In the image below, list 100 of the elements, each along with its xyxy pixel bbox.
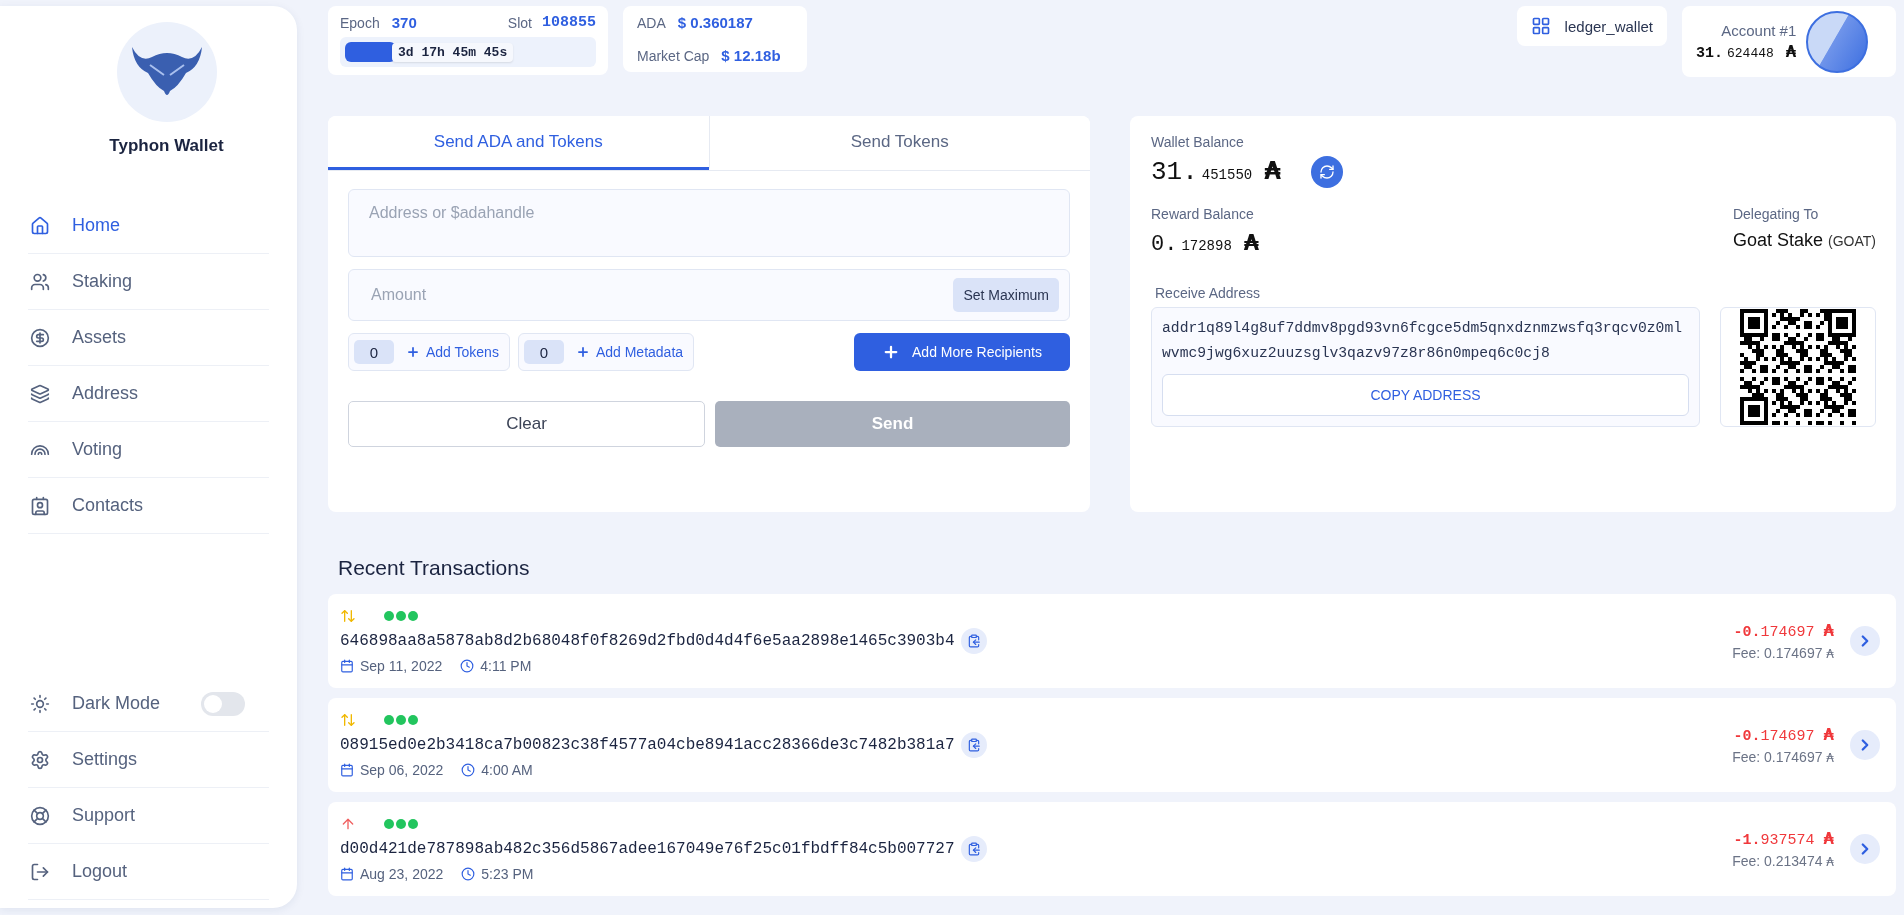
clipboard-icon <box>966 842 981 856</box>
transaction-fee: Fee: 0.174697 ₳ <box>1732 748 1834 765</box>
send-tab[interactable]: Send ADA and Tokens <box>328 116 709 170</box>
price-value: $ 0.360187 <box>677 14 753 31</box>
add-link[interactable]: Add Metadata <box>573 344 686 360</box>
stack-icon <box>30 383 50 404</box>
nav-item[interactable]: Assets <box>28 310 269 366</box>
transaction-amount: -0.174697 ₳ <box>1733 621 1834 641</box>
nav-item[interactable]: Logout <box>28 844 269 900</box>
transaction-row[interactable]: 08915ed0e2b3418ca7b00823c38f4577a04cbe8941acc28366de3c7482b381a7 Sep 06, 2022 4:00 AM -0.174697 ₳ Fee: 0.174697 ₳ <box>328 698 1896 792</box>
nav-item[interactable]: Staking <box>28 254 269 310</box>
plus-icon <box>575 345 590 359</box>
send-tab[interactable]: Send Tokens <box>708 116 1090 170</box>
transaction-time: 5:23 PM <box>461 866 534 882</box>
amount-field[interactable]: Amount Set Maximum <box>348 269 1070 321</box>
amount-integer: 0. <box>1151 232 1178 257</box>
nav-item[interactable]: Contacts <box>28 478 269 534</box>
pool-name: Goat Stake (GOAT) <box>1732 230 1876 251</box>
set-maximum-button[interactable]: Set Maximum <box>953 278 1059 312</box>
address-field[interactable]: Address or $adahandle <box>348 189 1070 257</box>
lifebuoy-icon <box>30 805 50 826</box>
transaction-hash: 646898aa8a5878ab8d2b68048f0f8269d2fbd0d4d4f6e5aa2898e1465c3903b4 <box>340 632 955 650</box>
contact-card-icon <box>30 495 50 516</box>
clock-icon <box>460 659 475 673</box>
open-details-button[interactable] <box>1850 730 1880 760</box>
nav-item[interactable]: Voting <box>28 422 269 478</box>
status-dots-icon <box>384 715 418 725</box>
copy-hash-button[interactable] <box>960 628 987 654</box>
settings-icon <box>30 749 50 770</box>
epoch-label: Epoch <box>340 14 380 31</box>
clock-icon <box>461 867 476 881</box>
sun-icon <box>30 693 50 714</box>
reward-balance-label: Reward Balance <box>1151 206 1255 222</box>
open-details-button[interactable] <box>1850 626 1880 656</box>
clipboard-icon <box>966 738 981 752</box>
price-label: ADA <box>637 14 666 31</box>
wallet-balance-label: Wallet Balance <box>1151 134 1245 150</box>
transaction-date: Sep 06, 2022 <box>340 762 444 778</box>
up-down-arrows-icon <box>340 608 356 624</box>
ada-symbol: ₳ <box>1785 42 1797 61</box>
account-card[interactable]: Account #1 31. 624448 ₳ <box>1682 6 1896 77</box>
grid-icon <box>1530 16 1551 36</box>
dollar-coin-icon <box>30 327 50 348</box>
market-cap-label: Market Cap <box>637 47 710 64</box>
receive-address-label: Receive Address <box>1155 285 1262 301</box>
refresh-icon <box>1318 164 1335 180</box>
wallet-selector[interactable]: ledger_wallet <box>1516 6 1667 46</box>
calendar-icon <box>340 659 354 673</box>
amount-integer: 31. <box>1696 44 1723 62</box>
calendar-icon <box>340 763 354 777</box>
toggle-switch[interactable] <box>201 691 245 716</box>
plus-icon <box>406 345 420 359</box>
up-down-arrows-icon <box>340 712 356 728</box>
status-dots-icon <box>384 819 418 829</box>
transaction-hash: 08915ed0e2b3418ca7b00823c38f4577a04cbe8941acc28366de3c7482b381a7 <box>340 736 955 754</box>
nav-item[interactable]: Support <box>28 788 269 844</box>
nav-item[interactable]: Home <box>28 198 269 254</box>
open-details-button[interactable] <box>1850 834 1880 864</box>
count-value: 0 <box>354 340 394 364</box>
nav-item[interactable]: Address <box>28 366 269 422</box>
users-icon <box>30 271 50 292</box>
nav-item[interactable]: Settings <box>28 732 269 788</box>
transaction-row[interactable]: 646898aa8a5878ab8d2b68048f0f8269d2fbd0d4d4f6e5aa2898e1465c3903b4 Sep 11, 2022 4:11 PM -0.174697 ₳ Fee: 0.174697 ₳ <box>328 594 1896 688</box>
logout-icon <box>30 861 50 882</box>
time-remaining: 3d 17h 45m 45s <box>392 42 514 62</box>
transaction-time: 4:00 AM <box>461 762 533 778</box>
clipboard-icon <box>966 634 981 648</box>
refresh-button[interactable] <box>1310 156 1343 188</box>
ada-symbol: ₳ <box>1243 230 1260 255</box>
transaction-amount: -1.937574 ₳ <box>1733 829 1834 849</box>
epoch-value: 370 <box>391 14 417 31</box>
copy-hash-button[interactable] <box>960 732 987 758</box>
clock-icon <box>461 763 476 777</box>
ada-symbol: ₳ <box>1264 157 1281 185</box>
plus-icon <box>882 343 900 361</box>
copy-hash-button[interactable] <box>960 836 987 862</box>
add-link[interactable]: Add Tokens <box>404 344 501 360</box>
add-recipients-button[interactable]: Add More Recipients <box>854 333 1070 371</box>
slot-label: Slot <box>507 14 532 31</box>
calendar-icon <box>340 867 354 881</box>
transaction-time: 4:11 PM <box>460 658 532 674</box>
count-value: 0 <box>523 340 564 364</box>
transaction-fee: Fee: 0.213474 ₳ <box>1732 852 1834 869</box>
transaction-date: Aug 23, 2022 <box>340 866 444 882</box>
copy-address-button[interactable]: COPY ADDRESS <box>1162 374 1689 416</box>
transaction-fee: Fee: 0.174697 ₳ <box>1732 644 1834 661</box>
amount-decimals: 624448 <box>1727 45 1774 61</box>
clear-button[interactable]: Clear <box>348 401 705 447</box>
status-dots-icon <box>384 611 418 621</box>
setting-label: Dark Mode <box>72 693 161 714</box>
amount-integer: 31. <box>1151 157 1198 187</box>
transaction-amount: -0.174697 ₳ <box>1733 725 1834 745</box>
receive-address: addr1q89l4g8uf7ddmv8pgd93vn6fcgce5dm5qnxdznmzwsfq3rqcv0z0mlwvmc9jwg6xuz2uuzsglv3qazv97z8r86n0mpeq6c0cj8 <box>1162 319 1684 363</box>
home-icon <box>30 215 50 236</box>
market-cap-value: $ 12.18b <box>721 47 781 64</box>
transaction-row[interactable]: d00d421de787898ab482c356d5867adee167049e76f25c01fbdff84c5b007727 Aug 23, 2022 5:23 PM -1.937574 ₳ Fee: 0.213474 ₳ <box>328 802 1896 896</box>
delegating-label: Delegating To <box>1732 206 1820 222</box>
section-title: Recent Transactions <box>338 556 531 580</box>
transaction-hash: d00d421de787898ab482c356d5867adee167049e76f25c01fbdff84c5b007727 <box>340 840 955 858</box>
transaction-date: Sep 11, 2022 <box>340 658 443 674</box>
